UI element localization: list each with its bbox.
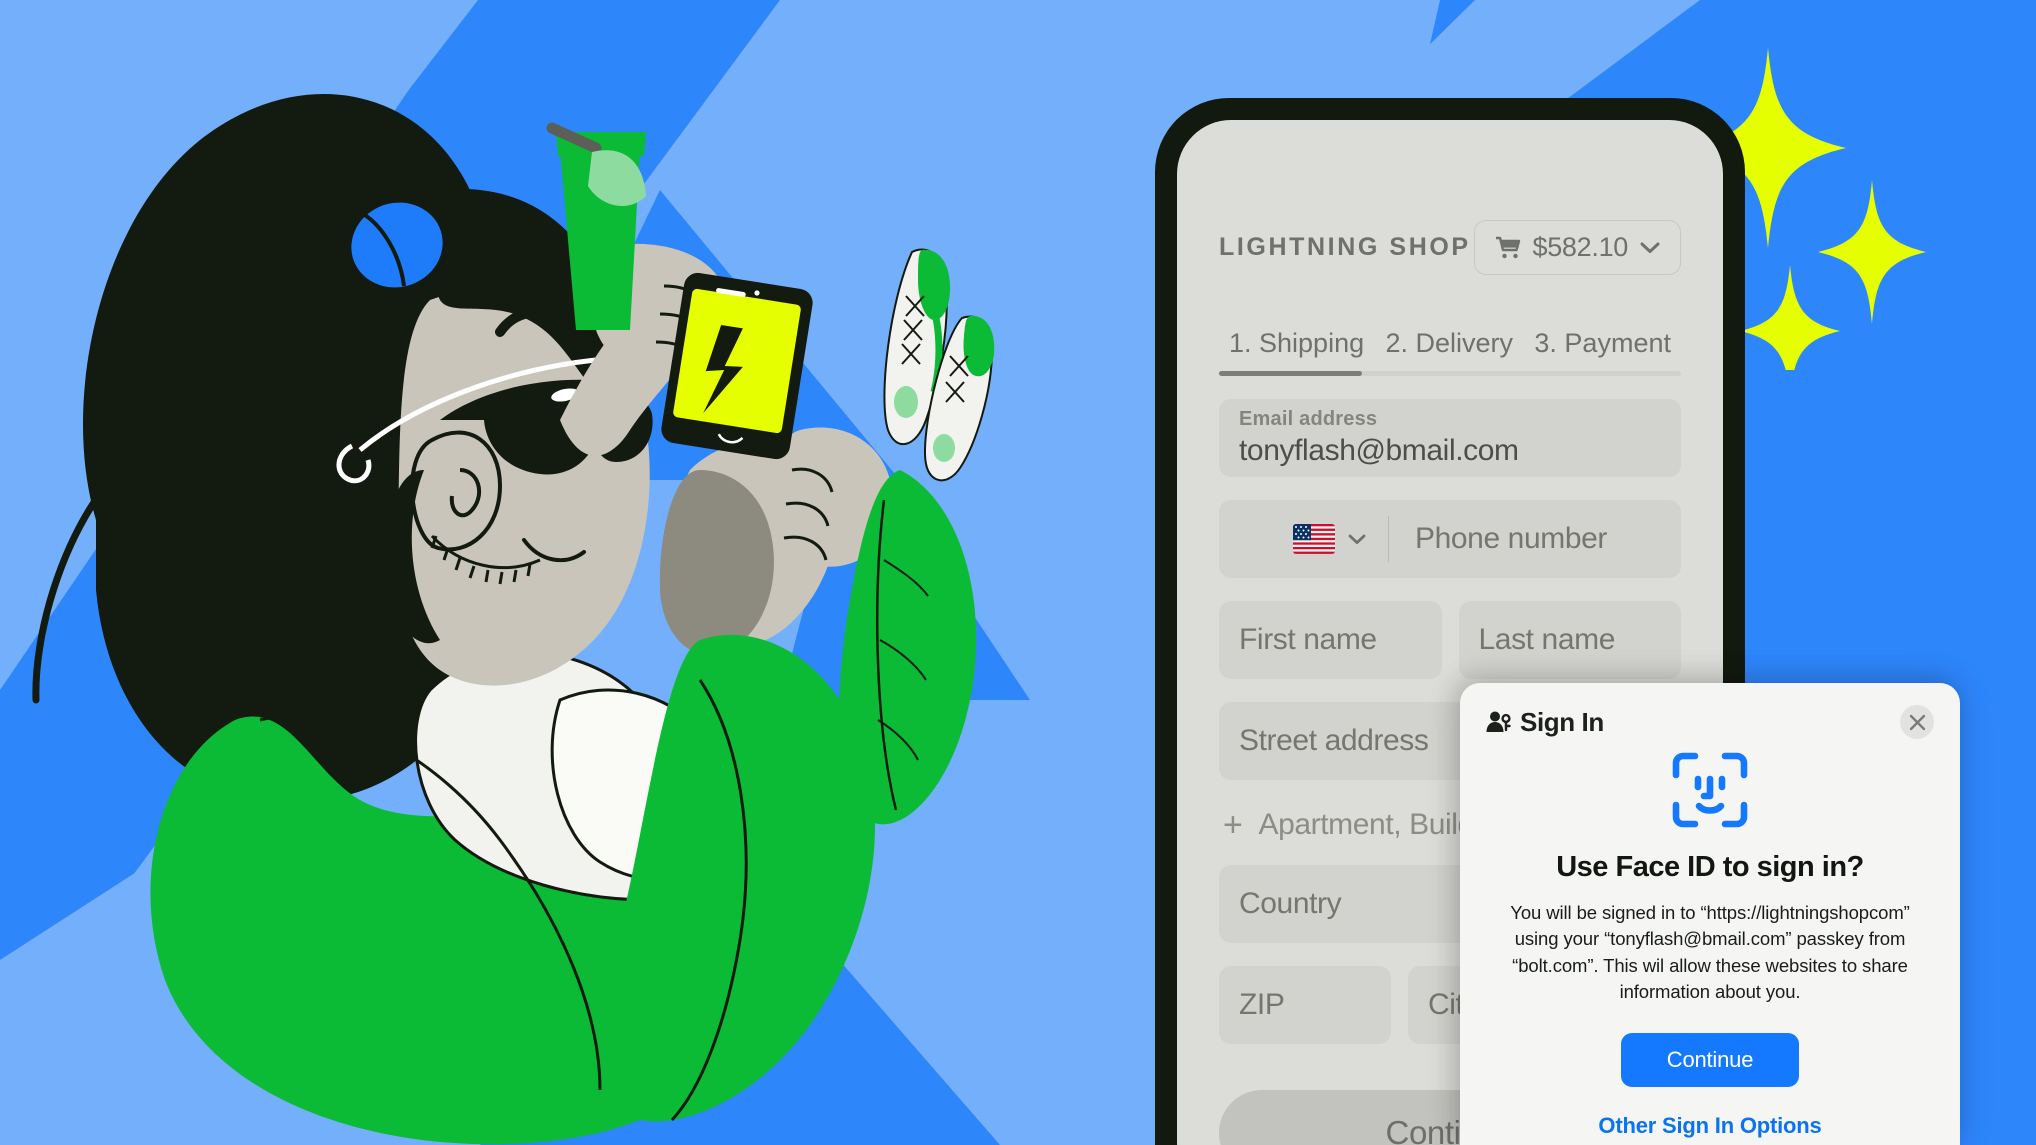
step-shipping[interactable]: 1. Shipping (1229, 328, 1364, 359)
dialog-title: Sign In (1520, 706, 1604, 737)
cart-button[interactable]: $582.10 (1473, 220, 1681, 275)
email-value: tonyflash@bmail.com (1239, 434, 1519, 467)
chevron-down-icon (1348, 534, 1366, 544)
step-payment[interactable]: 3. Payment (1534, 328, 1671, 359)
ear (410, 430, 503, 552)
first-name-placeholder: First name (1239, 623, 1377, 656)
shop-header: LIGHTNING SHOP $582.10 (1219, 220, 1681, 275)
last-name-placeholder: Last name (1478, 623, 1616, 656)
close-button[interactable] (1900, 705, 1934, 739)
sneakers (883, 248, 995, 482)
step-delivery[interactable]: 2. Delivery (1385, 328, 1513, 359)
dialog-title-group: Sign In (1486, 707, 1604, 738)
first-name-field[interactable]: First name (1219, 601, 1442, 679)
cart-amount: $582.10 (1532, 232, 1629, 262)
held-phone (661, 272, 813, 460)
checkout-steps: 1. Shipping 2. Delivery 3. Payment (1219, 328, 1681, 359)
name-row: First name Last name (1219, 601, 1681, 679)
phone-number-field[interactable]: Phone number (1219, 500, 1681, 578)
woman-with-phone-illustration (32, 93, 995, 1145)
chevron-down-icon (1640, 242, 1660, 253)
sign-in-dialog: Sign In Use Face ID to sign in? You will… (1460, 683, 1960, 1145)
dialog-continue-button[interactable]: Continue (1621, 1033, 1799, 1088)
dialog-body-text: You will be signed in to “https://lightn… (1510, 902, 1910, 1002)
dialog-header: Sign In (1486, 705, 1934, 739)
last-name-field[interactable]: Last name (1458, 601, 1681, 679)
email-label: Email address (1239, 408, 1378, 430)
step-progress-bar (1219, 371, 1681, 376)
face-id-icon-wrap (1486, 751, 1934, 829)
other-sign-in-options-link[interactable]: Other Sign In Options (1486, 1113, 1934, 1139)
email-field[interactable]: Email address tonyflash@bmail.com (1219, 399, 1681, 477)
shop-title: LIGHTNING SHOP (1219, 233, 1471, 261)
dialog-heading: Use Face ID to sign in? (1556, 851, 1864, 883)
plus-icon: + (1223, 806, 1243, 844)
face-id-icon (1672, 752, 1748, 828)
phone-number-placeholder: Phone number (1414, 522, 1607, 555)
close-icon (1909, 714, 1925, 730)
country-code-selector[interactable] (1292, 524, 1388, 554)
zip-placeholder: ZIP (1239, 988, 1285, 1021)
shopping-cart-icon (1495, 236, 1520, 258)
zip-field[interactable]: ZIP (1219, 966, 1391, 1044)
person-with-key-icon (1486, 711, 1511, 732)
screenshot-root: LIGHTNING SHOP $582.10 1. Shipping 2. De… (0, 0, 2036, 1145)
divider (1387, 516, 1389, 562)
us-flag-icon (1292, 524, 1335, 554)
